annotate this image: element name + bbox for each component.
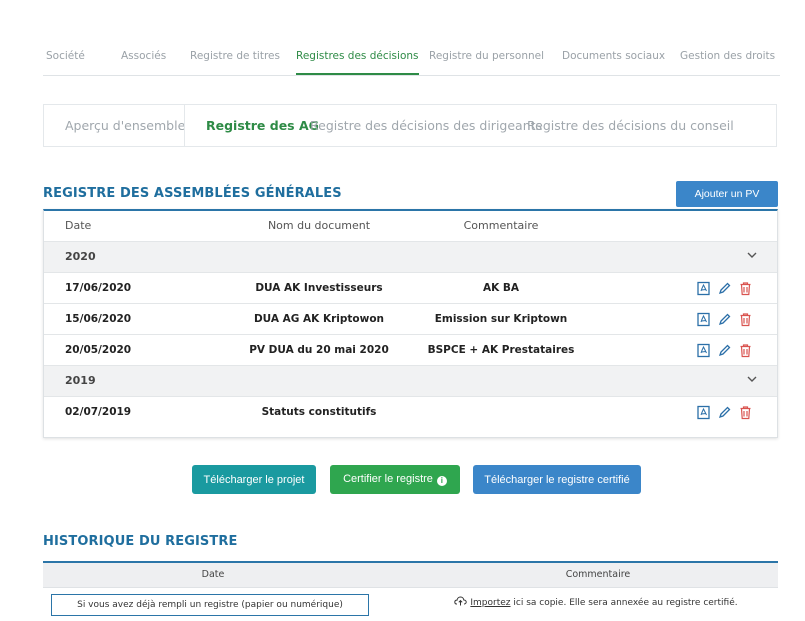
sub-tab-divider xyxy=(184,105,185,146)
table-row: 02/07/2019 Statuts constitutifs xyxy=(44,397,777,428)
history-info-box: Si vous avez déjà rempli un registre (pa… xyxy=(51,594,369,616)
pencil-icon[interactable] xyxy=(717,343,732,358)
tab-gestion-droits[interactable]: Gestion des droits xyxy=(680,42,775,75)
row-actions xyxy=(696,281,756,296)
pdf-icon[interactable] xyxy=(696,312,711,327)
info-icon: i xyxy=(436,476,447,486)
chevron-down-icon[interactable] xyxy=(747,250,757,260)
certify-label: Certifier le registre xyxy=(343,473,433,485)
history-header: Date Commentaire xyxy=(43,563,778,588)
section-title-ag: REGISTRE DES ASSEMBLÉES GÉNÉRALES xyxy=(43,186,342,201)
table-row: 15/06/2020 DUA AG AK Kriptowon Emission … xyxy=(44,304,777,335)
table-row: 17/06/2020 DUA AK Investisseurs AK BA xyxy=(44,273,777,304)
tab-documents-sociaux[interactable]: Documents sociaux xyxy=(562,42,665,75)
row-date: 02/07/2019 xyxy=(65,406,132,418)
history-table: Date Commentaire Si vous avez déjà rempl… xyxy=(43,561,778,621)
table-header: Date Nom du document Commentaire xyxy=(44,211,777,242)
year-label: 2020 xyxy=(65,250,96,263)
pdf-icon[interactable] xyxy=(696,343,711,358)
col-header-comment[interactable]: Commentaire xyxy=(436,211,566,241)
tab-associes[interactable]: Associés xyxy=(121,42,166,75)
row-document-name: Statuts constitutifs xyxy=(261,406,377,418)
trash-icon[interactable] xyxy=(738,312,753,327)
row-actions xyxy=(696,312,756,327)
chevron-down-icon[interactable] xyxy=(747,374,757,384)
trash-icon[interactable] xyxy=(738,405,753,420)
sub-tabs: Aperçu d'ensemble Registre des AG Regist… xyxy=(43,104,777,147)
table-row: 20/05/2020 PV DUA du 20 mai 2020 BSPCE +… xyxy=(44,335,777,366)
year-row-2019[interactable]: 2019 xyxy=(44,366,777,397)
pdf-icon[interactable] xyxy=(696,281,711,296)
trash-icon[interactable] xyxy=(738,281,753,296)
certify-register-button[interactable]: Certifier le registre i xyxy=(330,465,460,494)
add-pv-button[interactable]: Ajouter un PV xyxy=(676,181,778,207)
row-comment: AK BA xyxy=(482,282,520,294)
col-header-name[interactable]: Nom du document xyxy=(244,211,394,241)
subtab-decisions-conseil[interactable]: Registre des décisions du conseil xyxy=(527,105,734,146)
import-link[interactable]: Importez xyxy=(470,598,510,608)
tab-registres-decisions[interactable]: Registres des décisions xyxy=(296,42,419,75)
main-tabs: Société Associés Registre de titres Regi… xyxy=(43,42,780,76)
pencil-icon[interactable] xyxy=(717,281,732,296)
year-label: 2019 xyxy=(65,374,96,387)
ag-table: Date Nom du document Commentaire 2020 17… xyxy=(43,209,778,438)
history-col-comment: Commentaire xyxy=(565,569,631,580)
tab-societe[interactable]: Société xyxy=(46,42,85,75)
section-title-history: HISTORIQUE DU REGISTRE xyxy=(43,534,238,549)
year-row-2020[interactable]: 2020 xyxy=(44,242,777,273)
history-col-date: Date xyxy=(201,569,225,580)
tab-registre-titres[interactable]: Registre de titres xyxy=(190,42,280,75)
row-document-name: DUA AG AK Kriptowon xyxy=(253,313,385,325)
pencil-icon[interactable] xyxy=(717,312,732,327)
row-comment: BSPCE + AK Prestataires xyxy=(427,344,575,356)
download-certified-button[interactable]: Télécharger le registre certifié xyxy=(473,465,641,494)
cloud-upload-icon[interactable] xyxy=(454,596,468,606)
subtab-apercu[interactable]: Aperçu d'ensemble xyxy=(65,105,185,146)
row-document-name: PV DUA du 20 mai 2020 xyxy=(249,344,389,356)
pencil-icon[interactable] xyxy=(717,405,732,420)
row-actions xyxy=(696,343,756,358)
row-comment: Emission sur Kriptown xyxy=(434,313,568,325)
tab-registre-personnel[interactable]: Registre du personnel xyxy=(429,42,544,75)
trash-icon[interactable] xyxy=(738,343,753,358)
import-row: Importez ici sa copie. Elle sera annexée… xyxy=(441,596,751,608)
import-text: ici sa copie. Elle sera annexée au regis… xyxy=(513,598,738,608)
download-project-button[interactable]: Télécharger le projet xyxy=(192,465,316,494)
row-date: 20/05/2020 xyxy=(65,344,132,356)
row-date: 17/06/2020 xyxy=(65,282,132,294)
row-actions xyxy=(696,405,756,420)
row-date: 15/06/2020 xyxy=(65,313,132,325)
row-document-name: DUA AK Investisseurs xyxy=(255,282,383,294)
subtab-decisions-dirigeants[interactable]: Registre des décisions des dirigeants xyxy=(310,105,542,146)
pdf-icon[interactable] xyxy=(696,405,711,420)
col-header-date[interactable]: Date xyxy=(65,211,91,241)
row-comment xyxy=(411,397,591,427)
subtab-registre-ag[interactable]: Registre des AG xyxy=(206,105,319,146)
